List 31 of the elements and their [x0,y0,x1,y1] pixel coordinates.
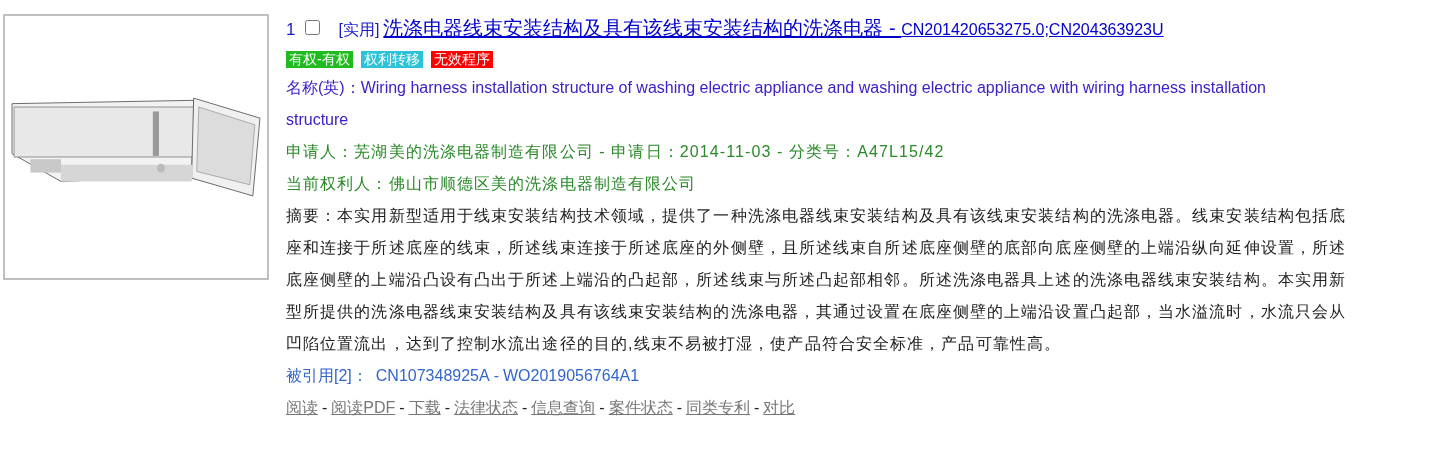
abstract-text: 摘要：本实用新型适用于线束安装结构技术领域，提供了一种洗涤电器线束安装结构及具有该线束安装结构的洗涤电器。线束安装结构包括底座和连接于所述底座的线束，所述线束连接于所述底座的外侧壁，且所述线束自所述底座侧壁的底部向底座侧壁的上端沿纵向延伸设置，所述底座侧壁的上端沿凸设有凸出于所述上端沿的凸起部，所述线束与所述凸起部相邻。所述洗涤电器具上述的洗涤电器线束安装结构。本实用新型所提供的洗涤电器线束安装结构及具有该线束安装结构的洗涤电器，其通过设置在底座侧壁的上端沿设置凸起部，当水溢流时，水流只会从凹陷位置流出，达到了控制水流出途径的目的,线束不易被打湿，使产品符合安全标准，产品可靠性高。 [286,206,1348,354]
cited-patent-link[interactable]: WO2019056764A1 [503,360,640,392]
patent-number-link[interactable]: CN201420653275.0;CN204363923U [901,18,1164,42]
title-link[interactable]: 洗涤电器线束安装结构及具有该线束安装结构的洗涤电器 - [383,13,902,43]
separator: - [676,398,682,418]
action-link[interactable]: 案件状态 [608,392,673,424]
separator: - [599,398,605,418]
patent-type: [实用] [338,20,380,40]
action-link[interactable]: 下载 [408,392,441,424]
action-link[interactable]: 阅读 [286,392,318,424]
current-owner: 当前权利人：佛山市顺德区美的洗涤电器制造有限公司 [286,174,698,194]
result-number: 1 [286,19,296,41]
action-link[interactable]: 信息查询 [531,392,596,424]
select-checkbox[interactable] [305,20,321,35]
status-tag: 有权-有权 [286,51,353,68]
action-link[interactable]: 同类专利 [685,392,750,424]
status-tag: 无效程序 [430,51,493,68]
english-name: 名称(英)：Wiring harness installation structure of washing electric appliance and washing electric appliance with wiring harness installation structure [286,78,1267,130]
cited-label: 被引用[2]： [286,366,368,386]
status-tag: 权利转移 [360,51,423,68]
action-link[interactable]: 法律状态 [454,392,518,424]
applicant-info: 申请人：芜湖美的洗涤电器制造有限公司 - 申请日：2014-11-03 - 分类号：A47L15/42 [286,142,946,162]
separator: - [753,398,760,418]
separator: - [522,398,528,418]
separator: - [322,398,328,418]
separator: - [493,366,499,386]
cited-patent-link[interactable]: CN107348925A [375,360,490,392]
separator: - [399,398,405,418]
action-link[interactable]: 阅读PDF [331,392,396,424]
separator: - [444,398,450,418]
action-link[interactable]: 对比 [763,392,796,424]
